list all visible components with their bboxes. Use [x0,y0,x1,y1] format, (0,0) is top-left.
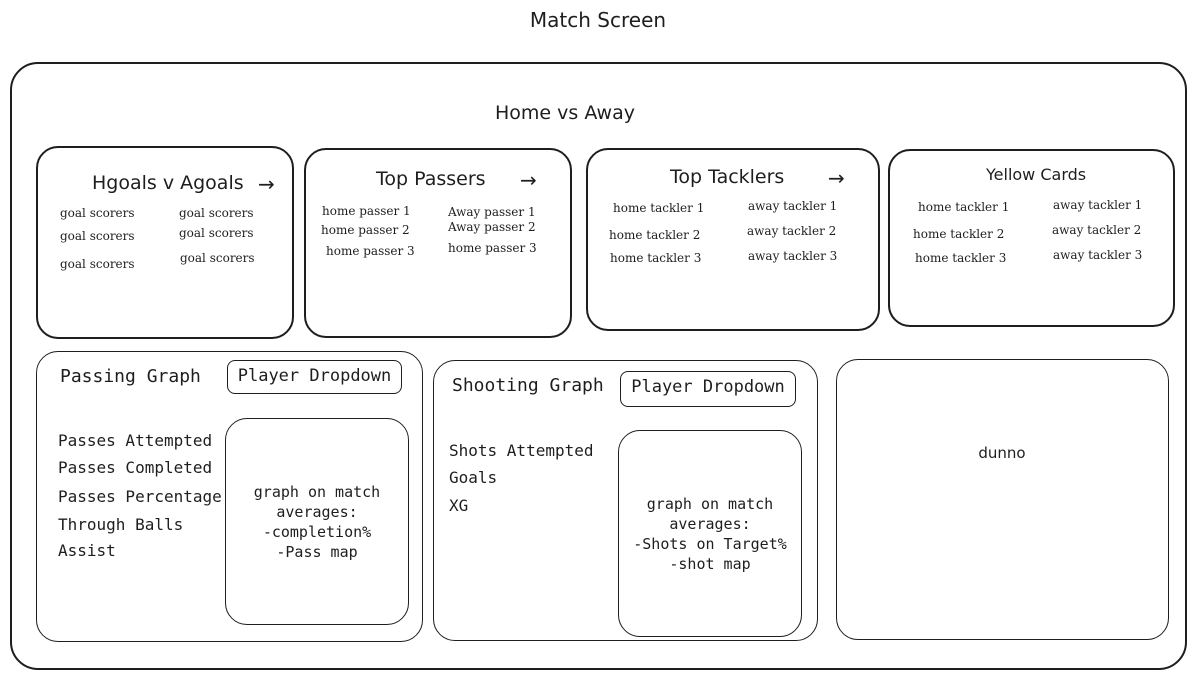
top-tacklers-title: Top Tacklers [670,166,785,188]
passing-stat: Through Balls [58,515,184,534]
matchup-title: Home vs Away [495,102,635,124]
misc-panel-label: dunno [978,444,1026,462]
away-scorer: goal scorers [180,251,255,265]
passing-graph-title: Passing Graph [60,366,201,387]
passing-graph-description: graph on match averages: -completion% -P… [253,482,381,561]
away-tackler: away tackler 1 [748,199,838,213]
away-tackler: away tackler 2 [747,224,837,238]
home-tackler: home tackler 3 [610,251,702,265]
home-scorer: goal scorers [60,206,135,220]
passing-stat: Passes Percentage [58,487,222,506]
away-booked-player: away tackler 3 [1053,248,1143,262]
arrow-right-icon[interactable]: → [520,168,537,192]
home-scorer: goal scorers [60,257,135,271]
top-passers-title: Top Passers [376,168,486,190]
home-passer: home passer 3 [326,244,415,258]
shooting-player-dropdown[interactable]: Player Dropdown [620,371,796,407]
misc-panel: dunno [836,359,1169,640]
home-scorer: goal scorers [60,229,135,243]
passing-graph-placeholder: graph on match averages: -completion% -P… [225,418,409,625]
away-booked-player: away tackler 2 [1052,223,1142,237]
page-title: Match Screen [529,8,667,32]
home-booked-player: home tackler 3 [915,251,1007,265]
home-booked-player: home tackler 1 [918,200,1010,214]
passing-stat: Assist [58,541,116,560]
home-booked-player: home tackler 2 [913,227,1005,241]
shooting-graph-panel: Shooting Graph Player Dropdown Shots Att… [433,360,818,641]
home-passer: home passer 2 [321,223,410,237]
yellow-cards-title: Yellow Cards [986,165,1087,184]
home-tackler: home tackler 2 [609,228,701,242]
arrow-right-icon[interactable]: → [258,172,275,196]
away-tackler: away tackler 3 [748,249,838,263]
score-card[interactable]: Hgoals v Agoals → goal scorers goal scor… [36,146,294,339]
away-scorer: goal scorers [179,206,254,220]
passing-graph-panel: Passing Graph Player Dropdown Passes Att… [36,351,423,642]
shooting-stat: Shots Attempted [449,441,594,460]
shooting-graph-title: Shooting Graph [452,375,604,396]
away-scorer: goal scorers [179,226,254,240]
top-passers-card[interactable]: Top Passers → home passer 1 home passer … [304,148,572,338]
away-booked-player: away tackler 1 [1053,198,1143,212]
arrow-right-icon[interactable]: → [828,166,845,190]
home-passer: home passer 1 [322,204,411,218]
passing-player-dropdown[interactable]: Player Dropdown [227,360,402,394]
home-tackler: home tackler 1 [613,201,705,215]
shooting-stat: XG [449,496,469,515]
yellow-cards-card[interactable]: Yellow Cards home tackler 1 home tackler… [888,149,1175,327]
away-passer: Away passer 2 [448,220,536,234]
shooting-graph-placeholder: graph on match averages: -Shots on Targe… [618,430,802,637]
away-passer: Away passer 1 [448,205,536,219]
shooting-stat: Goals [449,468,498,487]
away-passer: home passer 3 [448,241,537,255]
score-title: Hgoals v Agoals [92,172,244,194]
top-tacklers-card[interactable]: Top Tacklers → home tackler 1 home tackl… [586,148,880,331]
passing-stat: Passes Completed [58,458,213,477]
shooting-graph-description: graph on match averages: -Shots on Targe… [633,494,787,573]
passing-stat: Passes Attempted [58,431,213,450]
